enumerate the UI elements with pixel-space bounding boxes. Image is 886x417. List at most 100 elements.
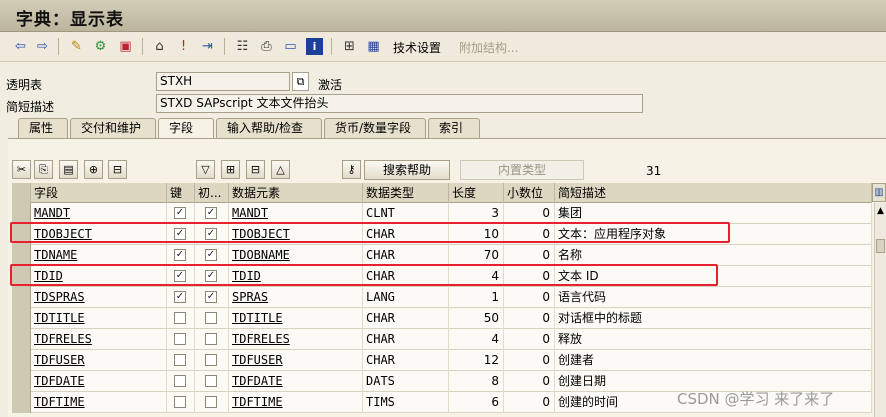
field-name-cell[interactable]: MANDT [31,203,167,224]
print-icon[interactable]: ⎙ [258,38,275,55]
key-checkbox[interactable] [174,312,186,324]
activate-icon[interactable]: ▣ [117,38,134,55]
field-name-cell[interactable]: TDNAME [31,245,167,266]
col-data-element[interactable]: 数据元素 [229,183,363,203]
dictionary-icon[interactable]: ▭ [282,38,299,55]
table-row[interactable]: TDNAME ✓ ✓ TDOBNAME CHAR 70 0 名称 [12,245,872,266]
info-pin-icon[interactable]: ǃ [175,38,192,55]
row-selector[interactable] [12,245,31,266]
data-element-cell[interactable]: TDTITLE [229,308,363,329]
grid-settings-icon[interactable]: ▥ [872,183,886,202]
table-row[interactable]: MANDT ✓ ✓ MANDT CLNT 3 0 集团 [12,203,872,224]
row-selector[interactable] [12,308,31,329]
delete-row-icon[interactable]: ⊟ [108,160,127,179]
data-element-cell[interactable]: SPRAS [229,287,363,308]
tab-attributes[interactable]: 属性 [18,118,68,138]
cut-icon[interactable]: ✂ [12,160,31,179]
tab-currency-quantity[interactable]: 货币/数量字段 [324,118,426,138]
key-checkbox[interactable] [174,354,186,366]
short-description-field[interactable]: STXD SAPscript 文本文件抬头 [156,94,643,113]
scroll-thumb[interactable] [876,239,885,253]
table-row[interactable]: TDSPRAS ✓ ✓ SPRAS LANG 1 0 语言代码 [12,287,872,308]
expand-icon[interactable]: ⊞ [221,160,240,179]
sort-up-icon[interactable]: △ [271,160,290,179]
initial-checkbox[interactable] [205,333,217,345]
info-icon[interactable]: i [306,38,323,55]
data-element-cell[interactable]: TDOBNAME [229,245,363,266]
row-selector[interactable] [12,371,31,392]
tab-indexes[interactable]: 索引 [428,118,480,138]
vertical-scrollbar[interactable]: ▲ [874,203,886,417]
data-element-cell[interactable]: TDFDATE [229,371,363,392]
row-selector[interactable] [12,287,31,308]
edit-pencil-icon[interactable]: ✎ [68,38,85,55]
copy-icon[interactable]: ⧉ [292,72,309,91]
field-name-cell[interactable]: TDTITLE [31,308,167,329]
key-icon[interactable]: ⚷ [342,160,361,179]
col-length[interactable]: 长度 [449,183,504,203]
field-name-cell[interactable]: TDFUSER [31,350,167,371]
key-checkbox[interactable] [174,396,186,408]
technical-settings-button[interactable]: 技术设置 [393,39,441,56]
decimals-cell: 0 [504,308,555,329]
search-help-button[interactable]: 搜索帮助 [364,160,450,180]
insert-row-icon[interactable]: ⊕ [84,160,103,179]
field-name-cell[interactable]: TDFRELES [31,329,167,350]
paste-icon[interactable]: ▤ [59,160,78,179]
key-checkbox[interactable]: ✓ [174,249,186,261]
initial-checkbox[interactable] [205,354,217,366]
col-data-type[interactable]: 数据类型 [363,183,449,203]
tab-input-help-check[interactable]: 输入帮助/检查 [216,118,322,138]
row-selector[interactable] [12,350,31,371]
sort-down-icon[interactable]: ▽ [196,160,215,179]
col-short-description[interactable]: 简短描述 [555,183,872,203]
initial-checkbox[interactable]: ✓ [205,249,217,261]
key-checkbox[interactable]: ✓ [174,207,186,219]
select-all-cell[interactable] [12,183,31,203]
table-icon[interactable]: ▦ [365,38,382,55]
hierarchy-icon[interactable]: ☷ [234,38,251,55]
table-row[interactable]: TDFUSER TDFUSER CHAR 12 0 创建者 [12,350,872,371]
table-name-field[interactable]: STXH [156,72,290,91]
tab-fields[interactable]: 字段 [158,118,214,139]
initial-checkbox[interactable] [205,312,217,324]
forward-arrow-icon[interactable]: ⇨ [34,38,51,55]
toolbar-separator [224,38,225,55]
copy-rows-icon[interactable]: ⎘ [34,160,53,179]
layout-icon[interactable]: ⊞ [341,38,358,55]
col-decimals[interactable]: 小数位 [504,183,555,203]
scroll-up-icon[interactable]: ▲ [875,205,886,217]
row-selector[interactable] [12,392,31,413]
data-element-cell[interactable]: MANDT [229,203,363,224]
field-name-cell[interactable]: TDFDATE [31,371,167,392]
key-checkbox[interactable] [174,375,186,387]
back-arrow-icon[interactable]: ⇦ [12,38,29,55]
col-key[interactable]: 键 [167,183,195,203]
tab-delivery-maintenance[interactable]: 交付和维护 [70,118,156,138]
table-row[interactable]: TDTITLE TDTITLE CHAR 50 0 对话框中的标题 [12,308,872,329]
key-checkbox[interactable] [174,333,186,345]
append-structure-button[interactable]: 附加结构... [459,39,518,56]
data-element-cell[interactable]: TDFTIME [229,392,363,413]
display-change-icon[interactable]: ⚙ [92,38,109,55]
col-field[interactable]: 字段 [31,183,167,203]
tab-label: 索引 [439,121,464,135]
row-selector[interactable] [12,203,31,224]
initial-checkbox[interactable]: ✓ [205,291,217,303]
builtin-type-button[interactable]: 内置类型 [460,160,584,180]
key-checkbox[interactable]: ✓ [174,291,186,303]
initial-checkbox[interactable]: ✓ [205,207,217,219]
initial-checkbox[interactable] [205,396,217,408]
data-element-cell[interactable]: TDFUSER [229,350,363,371]
field-name-cell[interactable]: TDFTIME [31,392,167,413]
where-used-icon[interactable]: ⌂ [151,38,168,55]
short-description-cell: 语言代码 [555,287,872,308]
collapse-icon[interactable]: ⊟ [246,160,265,179]
data-element-cell[interactable]: TDFRELES [229,329,363,350]
navigate-icon[interactable]: ⇥ [199,38,216,55]
table-row[interactable]: TDFRELES TDFRELES CHAR 4 0 释放 [12,329,872,350]
initial-checkbox[interactable] [205,375,217,387]
col-initial[interactable]: 初... [195,183,229,203]
field-name-cell[interactable]: TDSPRAS [31,287,167,308]
row-selector[interactable] [12,329,31,350]
